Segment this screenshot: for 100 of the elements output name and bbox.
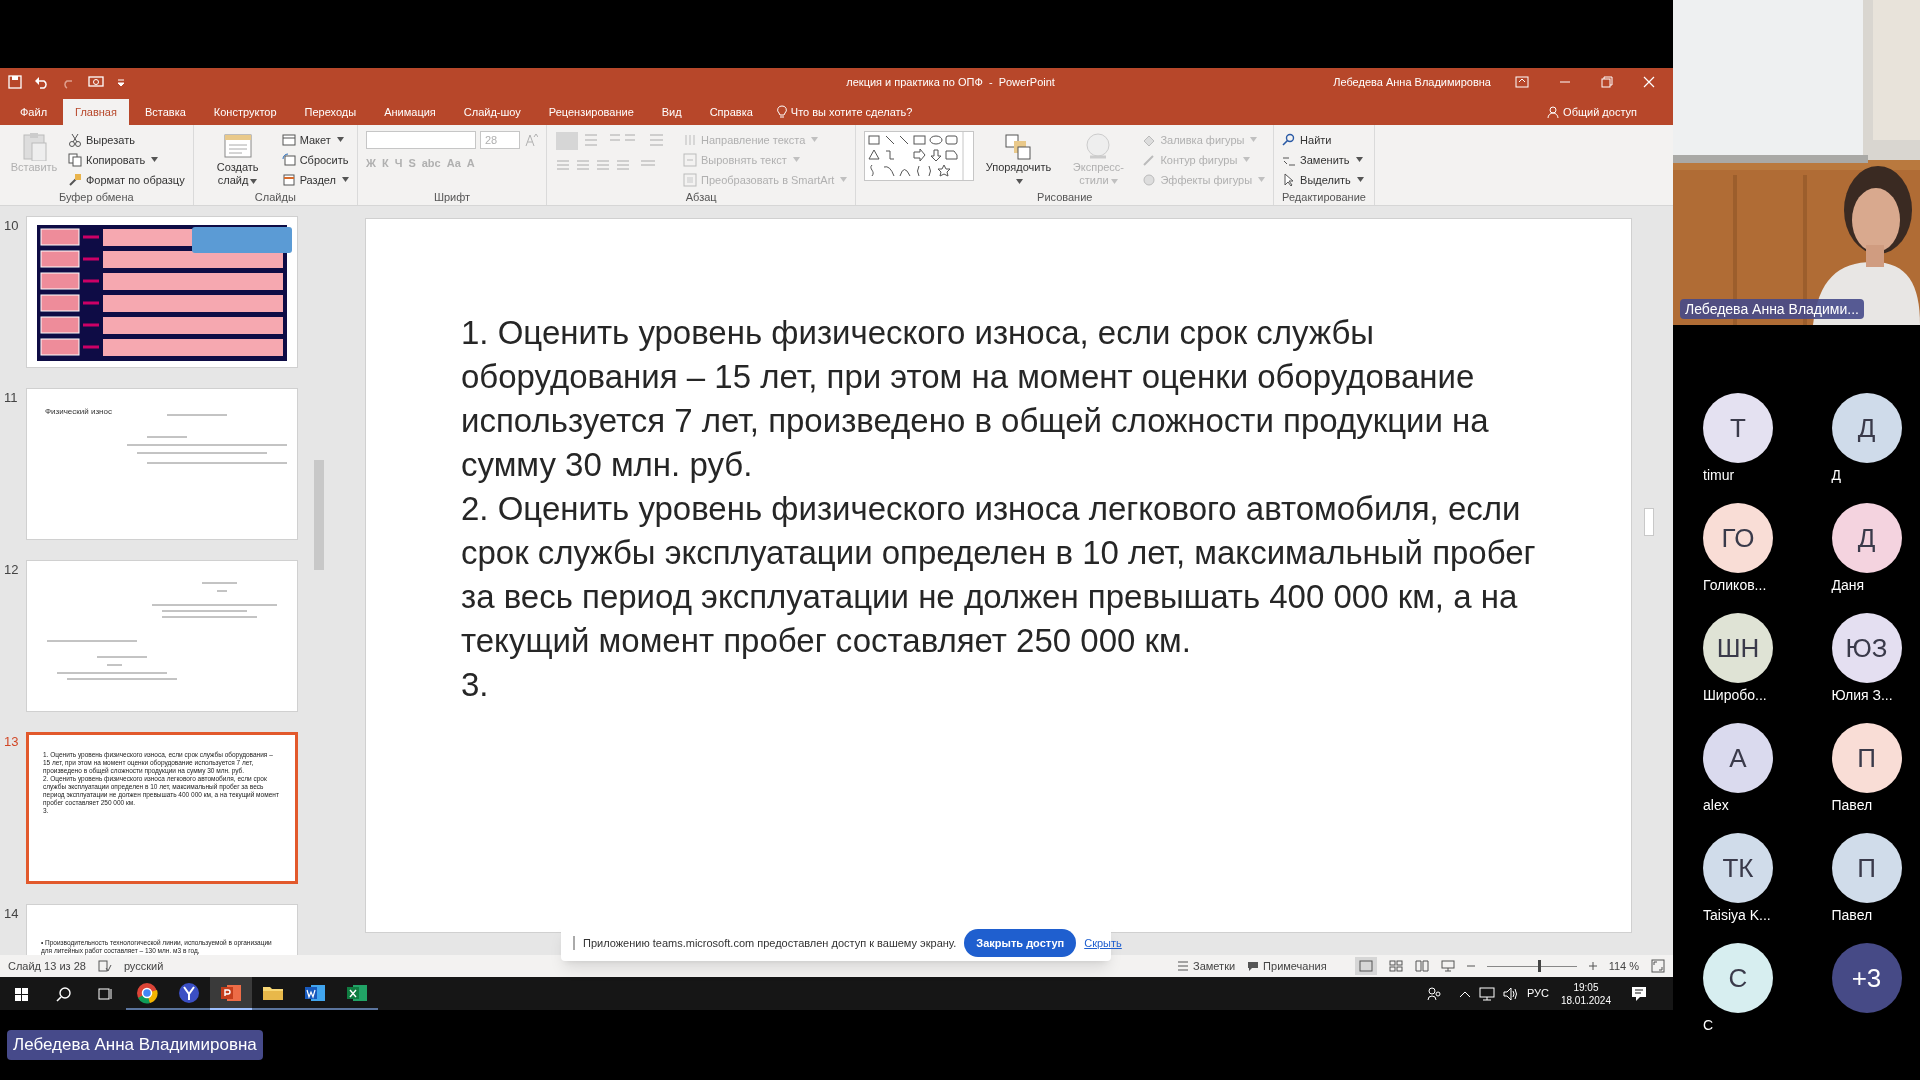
ribbon-group-label: Абзац [684, 190, 718, 206]
slide-number: 10 [3, 217, 20, 236]
browser-icon[interactable] [136, 981, 158, 1004]
people-icon[interactable] [1426, 985, 1443, 1002]
slide-number: 12 [3, 561, 20, 580]
zoom-slider[interactable] [1537, 959, 1541, 972]
ribbon-tab[interactable]: Главная [63, 99, 129, 126]
slide-number: 14 [3, 905, 20, 924]
ribbon-tab[interactable]: Вид [649, 99, 694, 126]
more-participants-button[interactable]: +3 [1831, 943, 1902, 1013]
participant-name: Голиков... [1703, 576, 1767, 595]
avatar: ГО [1703, 503, 1773, 573]
slide-canvas[interactable] [365, 218, 1632, 934]
comments-button[interactable]: Примечания [1247, 957, 1327, 975]
ribbon-button[interactable]: Копировать [68, 151, 185, 169]
zoom-in-icon[interactable] [1588, 962, 1597, 971]
slide-thumbnail[interactable]: Физический износ [26, 388, 298, 541]
ribbon-group-label: Редактирование [1282, 190, 1366, 206]
avatar: С [1703, 943, 1773, 1013]
ribbon-button[interactable]: Вырезать [68, 131, 185, 149]
customize-icon[interactable] [116, 76, 126, 87]
reading-view-icon[interactable] [1414, 960, 1429, 973]
scissors-icon [68, 132, 82, 147]
stop-sharing-button[interactable]: Закрыть доступ [964, 929, 1077, 958]
slide-number: 11 [3, 389, 19, 408]
slideshow-icon[interactable] [88, 74, 104, 89]
participant-name: Павел [1831, 796, 1873, 815]
ribbon-tab[interactable]: Анимация [372, 99, 448, 126]
volume-icon[interactable] [1502, 986, 1519, 1001]
ribbon-tab[interactable]: Переходы [292, 99, 369, 126]
shape-outline-icon [1142, 152, 1157, 167]
clock-time[interactable]: 19:05 [1573, 980, 1599, 994]
ribbon-button[interactable]: Раздел [281, 171, 349, 189]
user-name: Лебедева Анна Владимировна [1333, 74, 1491, 90]
format-painter-icon [68, 172, 82, 187]
scrollbar-thumb[interactable] [1643, 508, 1654, 537]
scrollbar-thumb[interactable] [314, 460, 324, 571]
avatar: ШН [1703, 613, 1773, 683]
ribbon-button[interactable]: Формат по образцу [68, 171, 185, 189]
close-icon[interactable] [1643, 75, 1655, 88]
ribbon-button[interactable]: Упорядочить [982, 131, 1055, 188]
participant-name: timur [1703, 466, 1735, 485]
ribbon-tab[interactable]: Слайд-шоу [451, 99, 533, 126]
ribbon-tab[interactable]: Рецензирование [536, 99, 646, 126]
hide-link[interactable]: Скрыть [1084, 935, 1122, 952]
ribbon-button[interactable]: Заменить [1282, 151, 1364, 169]
spellcheck-icon[interactable] [97, 960, 112, 973]
avatar: Д [1831, 503, 1902, 573]
presenter-view-icon[interactable] [1440, 960, 1455, 973]
notes-icon [1177, 961, 1190, 972]
font-name-field[interactable] [366, 131, 476, 150]
network-icon[interactable] [1478, 986, 1495, 1001]
comment-icon [1247, 960, 1260, 972]
ribbon-group-label: Рисование [1036, 190, 1094, 206]
ribbon-button[interactable]: Найти [1282, 131, 1364, 149]
clock-date[interactable]: 18.01.2024 [1560, 993, 1611, 1007]
slide-title: Физический износ [45, 407, 113, 418]
slide-thumbnail[interactable] [26, 732, 298, 885]
ribbon-display-icon[interactable] [1515, 75, 1529, 88]
browser-icon[interactable] [178, 981, 200, 1004]
ribbon-group-label: Буфер обмена [57, 190, 135, 206]
layout-icon [281, 132, 296, 147]
save-icon[interactable] [8, 74, 22, 89]
ribbon-tab[interactable]: Справка [697, 99, 765, 126]
lightbulb-icon [776, 105, 787, 120]
slide-thumbnail[interactable] [26, 216, 298, 369]
slide-thumbnail[interactable] [26, 560, 298, 713]
input-language[interactable]: РУС [1526, 985, 1549, 1002]
ribbon-button[interactable]: Выделить [1282, 171, 1364, 189]
participant-name: alex [1703, 796, 1729, 815]
ribbon-tab[interactable]: Вставка [132, 99, 198, 126]
ribbon-group-label: Шрифт [432, 190, 472, 206]
avatar: Д [1831, 393, 1902, 463]
ribbon-tab[interactable]: Конструктор [201, 99, 289, 126]
participant-name: Taisiya K... [1703, 906, 1771, 925]
ribbon-button[interactable]: Сбросить [281, 151, 349, 169]
fit-slide-icon[interactable] [1651, 959, 1665, 974]
text-direction-icon [683, 132, 697, 147]
notifications-icon[interactable] [1631, 985, 1647, 1002]
participant-name: Юлия З... [1831, 686, 1893, 705]
restore-icon[interactable] [1601, 75, 1613, 88]
notes-button[interactable]: Заметки [1177, 957, 1236, 975]
ribbon-button[interactable]: Макет [281, 131, 349, 149]
reset-icon [281, 152, 296, 167]
tell-me-search[interactable]: Что вы хотите сделать? [768, 99, 921, 126]
participant-name: Широбо... [1703, 686, 1767, 705]
slide-sorter-icon[interactable] [1388, 960, 1403, 973]
ribbon-tab[interactable]: Файл [8, 99, 60, 126]
slide-paragraph: 3. [461, 665, 490, 706]
share-button[interactable]: Общий доступ [1535, 99, 1649, 126]
smartart-icon [683, 172, 697, 187]
person-icon [1547, 106, 1560, 119]
language-label: русский [123, 958, 164, 974]
participant-name: Павел [1831, 906, 1873, 925]
avatar: П [1831, 833, 1902, 903]
shapes-gallery-icon[interactable] [864, 131, 975, 182]
participant-name-label: Лебедева Анна Владими... [1680, 299, 1864, 319]
participant-name: Даня [1831, 576, 1865, 595]
ribbon-button[interactable]: Создать слайд [201, 131, 274, 188]
normal-view-icon[interactable] [1354, 957, 1377, 976]
